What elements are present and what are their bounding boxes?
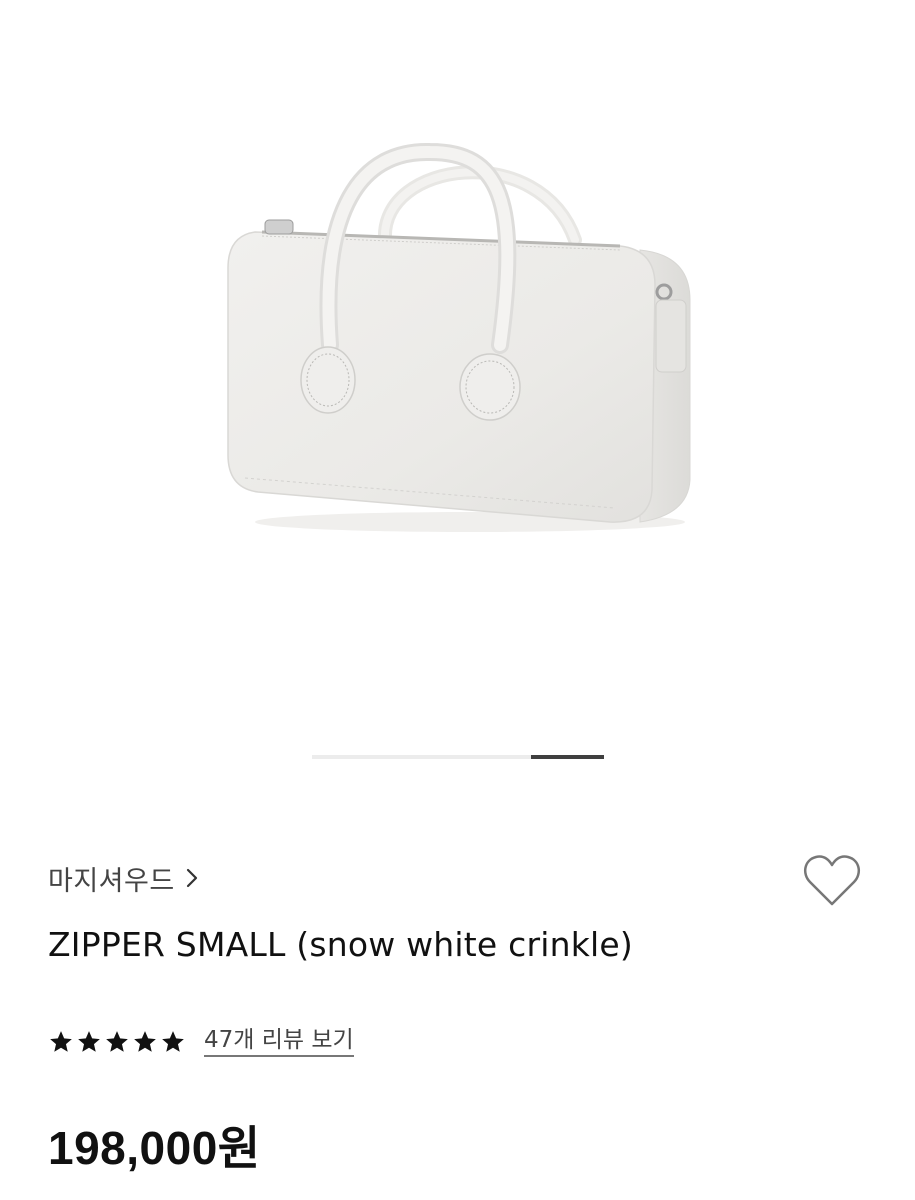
product-price: 198,000원 (48, 1122, 261, 1174)
star-filled-icon (78, 1031, 100, 1052)
review-link[interactable]: 47개 리뷰 보기 (204, 1027, 354, 1057)
image-pager-track[interactable] (312, 755, 604, 759)
rating-stars (48, 1029, 186, 1055)
chevron-right-icon (186, 868, 197, 888)
brand-name: 마지셔우드 (48, 865, 175, 897)
star-filled-icon (50, 1031, 72, 1052)
star-filled-icon (106, 1031, 128, 1052)
brand-link[interactable]: 마지셔우드 (48, 858, 199, 898)
product-image (227, 142, 691, 532)
star-filled-icon (134, 1031, 156, 1052)
rating-row: 47개 리뷰 보기 (48, 1022, 354, 1062)
star-filled-icon (162, 1031, 184, 1052)
product-image-gallery[interactable] (0, 0, 915, 790)
image-pager-indicator (531, 755, 604, 759)
heart-outline-icon[interactable] (800, 850, 864, 910)
product-title: ZIPPER SMALL (snow white crinkle) (48, 925, 633, 964)
